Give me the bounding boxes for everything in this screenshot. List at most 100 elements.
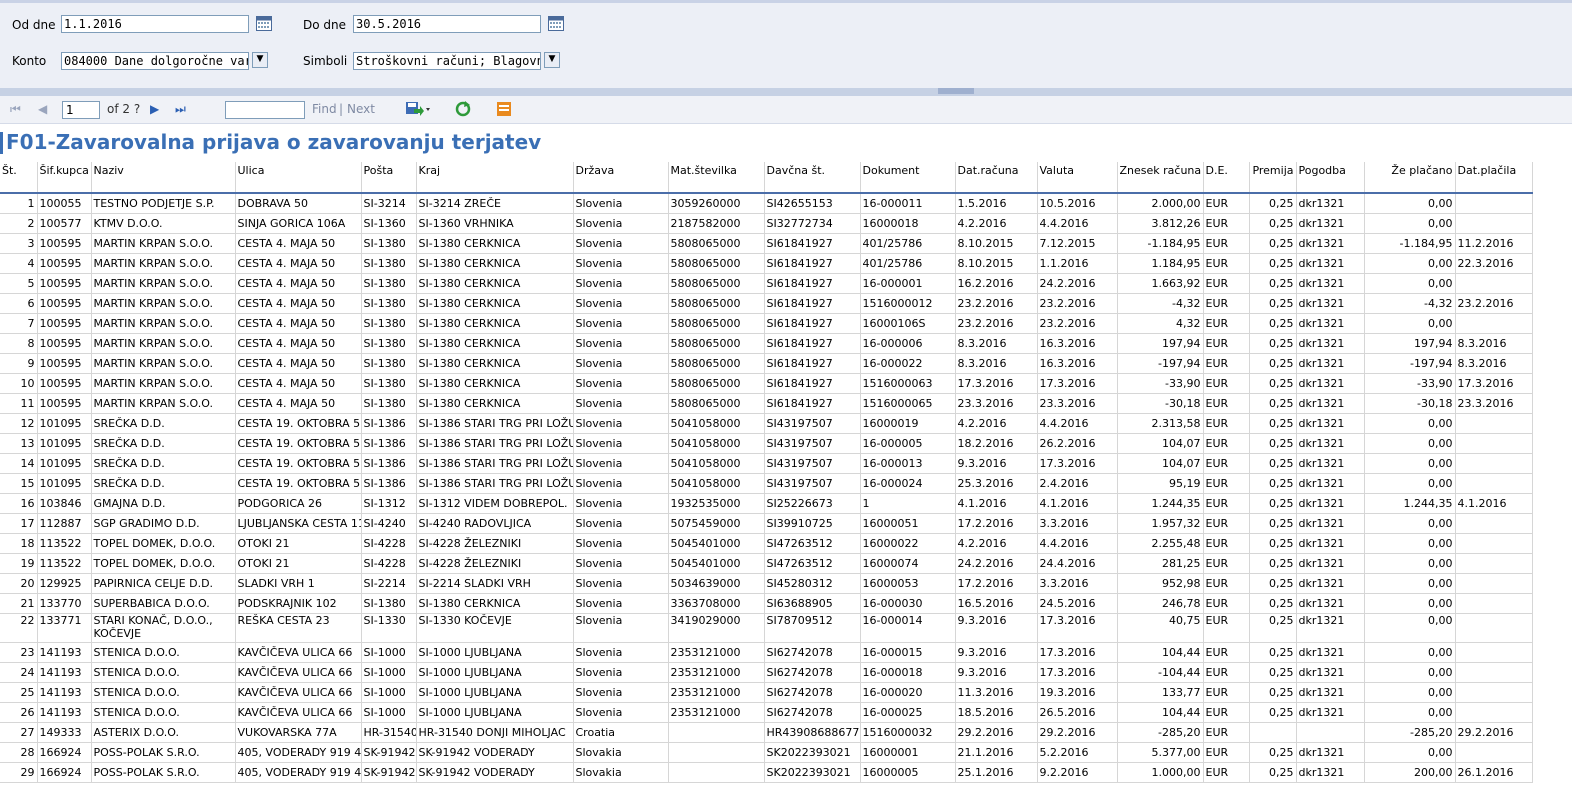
table-cell: 0,00	[1364, 642, 1456, 663]
next-page-icon[interactable]: ▶	[150, 102, 159, 116]
table-cell: 17.3.2016	[955, 373, 1038, 394]
chevron-down-icon[interactable]: ▼	[544, 52, 560, 68]
table-cell: 0,25	[1249, 313, 1297, 334]
table-cell: dkr1321	[1296, 273, 1365, 294]
table-cell: 133771	[37, 613, 92, 643]
first-page-icon[interactable]: ⏮	[10, 102, 21, 117]
table-cell: 281,25	[1117, 553, 1204, 574]
table-cell: ASTERIX D.O.O.	[91, 722, 236, 743]
table-cell: 24.4.2016	[1037, 553, 1118, 574]
find-link[interactable]: Find	[312, 102, 337, 116]
table-cell: 0,25	[1249, 573, 1297, 594]
page-number-input[interactable]: 1	[62, 101, 100, 119]
table-cell: 5.377,00	[1117, 742, 1204, 763]
table-cell: MARTIN KRPAN S.O.O.	[91, 333, 236, 354]
table-cell: 4.2.2016	[955, 413, 1038, 434]
table-cell: dkr1321	[1296, 533, 1365, 554]
table-cell: 4.1.2016	[1037, 493, 1118, 514]
table-cell: Slovenia	[573, 433, 669, 454]
table-cell: SI61841927	[764, 313, 861, 334]
table-cell: EUR	[1203, 762, 1250, 783]
table-cell: Slovenia	[573, 233, 669, 254]
table-cell: dkr1321	[1296, 313, 1365, 334]
table-cell: SI62742078	[764, 702, 861, 723]
table-cell: EUR	[1203, 593, 1250, 614]
calendar-icon[interactable]	[256, 16, 272, 31]
table-cell: 16000074	[860, 553, 956, 574]
panel-splitter[interactable]	[0, 88, 1572, 96]
table-cell	[668, 762, 765, 783]
table-cell: 2.4.2016	[1037, 473, 1118, 494]
table-cell: 4.2.2016	[955, 213, 1038, 234]
table-cell: SI25226673	[764, 493, 861, 514]
table-cell: TOPEL DOMEK, D.O.O.	[91, 553, 236, 574]
table-cell: 0,00	[1364, 613, 1456, 643]
table-cell: 5041058000	[668, 433, 765, 454]
table-cell: 0,00	[1364, 453, 1456, 474]
table-cell: EUR	[1203, 193, 1250, 214]
refresh-icon[interactable]	[455, 101, 471, 117]
table-cell: 1516000032	[860, 722, 956, 743]
table-cell: -1.184,95	[1117, 233, 1204, 254]
table-cell: dkr1321	[1296, 333, 1365, 354]
table-cell: 5045401000	[668, 553, 765, 574]
table-cell: dkr1321	[1296, 213, 1365, 234]
do-dne-input[interactable]: 30.5.2016	[353, 15, 541, 33]
konto-select[interactable]: 084000 Dane dolgoročne varščin	[61, 52, 249, 70]
table-cell: 24.2.2016	[955, 553, 1038, 574]
table-cell: 11.3.2016	[955, 682, 1038, 703]
table-cell: SI-1380 CERKNICA	[416, 373, 574, 394]
table-cell: SREČKA D.D.	[91, 453, 236, 474]
previous-page-icon[interactable]: ◀	[38, 102, 47, 116]
table-cell: 17.3.2016	[1037, 662, 1118, 683]
table-cell: 401/25786	[860, 233, 956, 254]
print-layout-icon[interactable]	[496, 101, 512, 117]
table-cell: 246,78	[1117, 593, 1204, 614]
table-cell: 0,25	[1249, 273, 1297, 294]
table-cell: 100577	[37, 213, 92, 234]
table-cell: 5808065000	[668, 253, 765, 274]
table-cell: -4,32	[1364, 293, 1456, 314]
table-cell: 17.2.2016	[955, 573, 1038, 594]
table-cell: Slovenia	[573, 702, 669, 723]
table-cell	[1455, 662, 1533, 683]
table-cell: 16000053	[860, 573, 956, 594]
table-cell: CESTA 4. MAJA 50	[235, 373, 362, 394]
chevron-down-icon[interactable]: ▼	[252, 52, 268, 68]
od-dne-input[interactable]: 1.1.2016	[61, 15, 249, 33]
collapse-handle[interactable]	[938, 88, 974, 94]
table-cell: 5808065000	[668, 293, 765, 314]
table-cell: SI-2214	[361, 573, 417, 594]
table-cell: SI-4240 RADOVLJICA	[416, 513, 574, 534]
table-row: 12 101095 SREČKA D.D. CESTA 19. OKTOBRA 57 S…	[0, 413, 1533, 434]
table-cell	[1455, 413, 1533, 434]
table-cell: 16000106S	[860, 313, 956, 334]
table-cell: Slovenia	[573, 682, 669, 703]
table-cell: 21.1.2016	[955, 742, 1038, 763]
table-cell: 1.000,00	[1117, 762, 1204, 783]
table-cell: Slovenia	[573, 213, 669, 234]
table-cell: SI-1360 VRHNIKA	[416, 213, 574, 234]
table-cell: 16.3.2016	[1037, 353, 1118, 374]
table-cell: 22.3.2016	[1455, 253, 1533, 274]
konto-label: Konto	[12, 54, 47, 68]
table-cell: SI-1000 LJUBLJANA	[416, 662, 574, 683]
table-cell: Slovenia	[573, 313, 669, 334]
simboli-select[interactable]: Stroškovni računi; Blagovni raču	[353, 52, 541, 70]
calendar-icon[interactable]	[548, 16, 564, 31]
table-cell: SI43197507	[764, 473, 861, 494]
table-cell: 100595	[37, 353, 92, 374]
table-cell: 24.5.2016	[1037, 593, 1118, 614]
table-cell: 5041058000	[668, 473, 765, 494]
export-icon[interactable]	[405, 100, 431, 118]
table-cell: KAVČIČEVA ULICA 66	[235, 642, 362, 663]
next-link[interactable]: Next	[347, 102, 375, 116]
table-cell: dkr1321	[1296, 193, 1365, 214]
last-page-icon[interactable]: ⏭	[175, 102, 186, 117]
table-cell: 141193	[37, 662, 92, 683]
find-input[interactable]	[225, 101, 305, 119]
table-cell: EUR	[1203, 642, 1250, 663]
table-cell: 16000005	[860, 762, 956, 783]
column-header: Dat.plačila	[1455, 162, 1533, 194]
table-cell: 0,00	[1364, 413, 1456, 434]
